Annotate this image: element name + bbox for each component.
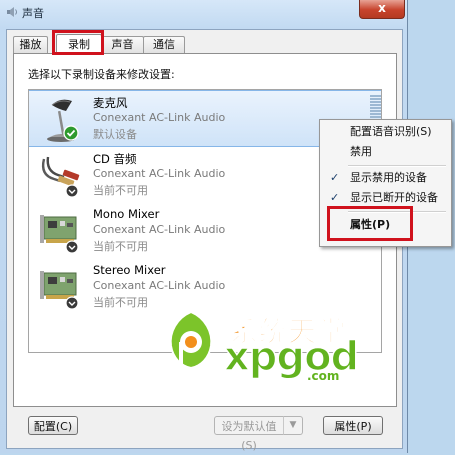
device-name: CD 音频 — [93, 152, 137, 166]
checkmark-icon: ✓ — [330, 171, 340, 184]
device-name: Mono Mixer — [93, 207, 160, 221]
device-driver: Conexant AC-Link Audio — [93, 167, 226, 180]
cd-audio-cable-icon — [41, 156, 80, 198]
tab-communications[interactable]: 通信 — [143, 36, 185, 53]
title-bar[interactable]: 声音 x — [0, 0, 407, 24]
menu-item-configure-speech[interactable]: 配置语音识别(S) — [320, 122, 451, 142]
configure-button[interactable]: 配置(C) — [28, 416, 78, 435]
menu-item-show-disconnected[interactable]: ✓ 显示已断开的设备 — [320, 188, 451, 208]
set-default-button[interactable]: 设为默认值(S) — [214, 416, 284, 452]
menu-item-disable[interactable]: 禁用 — [320, 142, 451, 162]
device-status: 默认设备 — [93, 128, 137, 141]
chevron-down-icon[interactable]: ▼ — [283, 416, 303, 435]
microphone-icon — [47, 99, 79, 142]
device-status: 当前不可用 — [93, 184, 148, 197]
device-name: 麦克风 — [93, 96, 128, 110]
watermark-domain: .com — [307, 369, 340, 383]
device-status: 当前不可用 — [93, 296, 148, 309]
device-row-stereo-mixer[interactable]: Stereo Mixer Conexant AC-Link Audio 当前不可… — [29, 259, 381, 314]
instruction-text: 选择以下录制设备来修改设置: — [28, 68, 175, 81]
properties-highlight-box — [327, 206, 413, 241]
device-driver: Conexant AC-Link Audio — [93, 223, 226, 236]
device-driver: Conexant AC-Link Audio — [93, 111, 226, 124]
device-driver: Conexant AC-Link Audio — [93, 279, 226, 292]
properties-button[interactable]: 属性(P) — [323, 416, 383, 435]
checkmark-icon: ✓ — [330, 191, 340, 204]
tab-sounds[interactable]: 声音 — [101, 36, 144, 53]
sound-card-icon — [40, 215, 79, 254]
menu-separator — [348, 165, 446, 167]
device-status: 当前不可用 — [93, 240, 148, 253]
menu-item-show-disabled[interactable]: ✓ 显示禁用的设备 — [320, 168, 451, 188]
window-title: 声音 — [22, 7, 44, 20]
sound-card-icon — [40, 271, 79, 310]
watermark-logo-icon — [169, 310, 213, 376]
speaker-icon — [7, 7, 17, 17]
device-name: Stereo Mixer — [93, 263, 166, 277]
close-button[interactable]: x — [359, 0, 405, 19]
tab-playback[interactable]: 播放 — [13, 36, 48, 53]
tab-recording[interactable]: 录制 — [56, 34, 102, 54]
